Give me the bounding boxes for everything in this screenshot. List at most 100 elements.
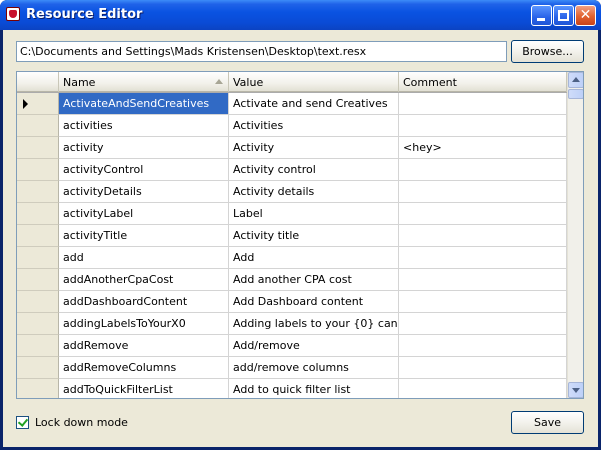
column-header-comment[interactable]: Comment [399, 72, 567, 92]
table-row[interactable]: addDashboardContent Add Dashboard conten… [17, 291, 567, 313]
value-cell[interactable]: Activate and send Creatives [229, 93, 399, 115]
row-header[interactable] [17, 115, 59, 137]
name-cell[interactable]: addRemove [59, 335, 229, 357]
table-row[interactable]: add Add [17, 247, 567, 269]
comment-cell[interactable] [399, 313, 567, 335]
browse-button[interactable]: Browse... [511, 40, 584, 63]
row-header[interactable] [17, 313, 59, 335]
row-header[interactable] [17, 291, 59, 313]
table-row[interactable]: addRemove Add/remove [17, 335, 567, 357]
name-cell[interactable]: activityLabel [59, 203, 229, 225]
value-cell[interactable]: Add Dashboard content [229, 291, 399, 313]
value-cell[interactable]: add/remove columns [229, 357, 399, 379]
close-icon: ✕ [579, 7, 592, 23]
table-row[interactable]: activityLabel Label [17, 203, 567, 225]
table-row[interactable]: activityControl Activity control [17, 159, 567, 181]
row-header[interactable] [17, 379, 59, 398]
row-header[interactable] [17, 225, 59, 247]
comment-cell[interactable] [399, 357, 567, 379]
row-header[interactable] [17, 335, 59, 357]
name-cell[interactable]: add [59, 247, 229, 269]
row-header[interactable] [17, 269, 59, 291]
grid-header: Name Value Comment [17, 72, 567, 92]
value-cell[interactable]: Add to quick filter list [229, 379, 399, 398]
scroll-thumb[interactable] [568, 89, 583, 99]
value-cell[interactable]: Activity details [229, 181, 399, 203]
comment-cell[interactable] [399, 225, 567, 247]
comment-cell[interactable] [399, 159, 567, 181]
scroll-up-button[interactable] [568, 72, 583, 88]
column-header-value-label: Value [233, 76, 264, 89]
name-cell[interactable]: addRemoveColumns [59, 357, 229, 379]
table-row[interactable]: activityTitle Activity title [17, 225, 567, 247]
title-bar[interactable]: Resource Editor ✕ [0, 0, 601, 30]
name-cell[interactable]: activityControl [59, 159, 229, 181]
table-row[interactable]: activityDetails Activity details [17, 181, 567, 203]
minimize-icon [537, 18, 545, 21]
name-cell[interactable]: activities [59, 115, 229, 137]
arrow-up-icon [572, 77, 580, 82]
value-cell[interactable]: Add/remove [229, 335, 399, 357]
table-row[interactable]: activities Activities [17, 115, 567, 137]
comment-cell[interactable] [399, 247, 567, 269]
table-row[interactable]: activity Activity <hey> [17, 137, 567, 159]
table-row[interactable]: addingLabelsToYourX0 Adding labels to yo… [17, 313, 567, 335]
file-path-input[interactable] [16, 41, 507, 62]
client-area: Browse... Name Value Comment [3, 30, 598, 447]
table-row[interactable]: addRemoveColumns add/remove columns [17, 357, 567, 379]
value-cell[interactable]: Activity control [229, 159, 399, 181]
table-row[interactable]: addToQuickFilterList Add to quick filter… [17, 379, 567, 398]
name-cell[interactable]: activity [59, 137, 229, 159]
name-cell[interactable]: addDashboardContent [59, 291, 229, 313]
maximize-button[interactable] [553, 5, 574, 26]
name-cell[interactable]: addAnotherCpaCost [59, 269, 229, 291]
comment-cell[interactable]: <hey> [399, 137, 567, 159]
comment-cell[interactable] [399, 291, 567, 313]
row-header[interactable] [17, 181, 59, 203]
save-button[interactable]: Save [511, 411, 584, 434]
comment-cell[interactable] [399, 181, 567, 203]
maximize-icon [558, 10, 569, 21]
comment-cell[interactable] [399, 203, 567, 225]
name-cell[interactable]: activityTitle [59, 225, 229, 247]
row-header-corner[interactable] [17, 72, 59, 92]
value-cell[interactable]: Activities [229, 115, 399, 137]
row-header[interactable] [17, 357, 59, 379]
column-header-comment-label: Comment [403, 76, 457, 89]
value-cell[interactable]: Add another CPA cost [229, 269, 399, 291]
name-cell[interactable]: addToQuickFilterList [59, 379, 229, 398]
app-icon[interactable] [6, 7, 20, 21]
comment-cell[interactable] [399, 335, 567, 357]
value-cell[interactable]: Add [229, 247, 399, 269]
lock-down-label[interactable]: Lock down mode [35, 416, 128, 429]
comment-cell[interactable] [399, 93, 567, 115]
value-cell[interactable]: Activity [229, 137, 399, 159]
lock-down-checkbox[interactable] [16, 415, 29, 429]
value-cell[interactable]: Adding labels to your {0} can hel... [229, 313, 399, 335]
name-cell[interactable]: ActivateAndSendCreatives [59, 93, 229, 115]
row-header[interactable] [17, 137, 59, 159]
name-cell[interactable]: addingLabelsToYourX0 [59, 313, 229, 335]
comment-cell[interactable] [399, 269, 567, 291]
column-header-name[interactable]: Name [59, 72, 229, 92]
table-row[interactable]: ActivateAndSendCreatives Activate and se… [17, 93, 567, 115]
resource-editor-window: Resource Editor ✕ Browse... Name [0, 0, 601, 450]
value-cell[interactable]: Label [229, 203, 399, 225]
close-button[interactable]: ✕ [575, 5, 596, 26]
row-header[interactable] [17, 203, 59, 225]
row-header[interactable] [17, 247, 59, 269]
scroll-down-button[interactable] [568, 382, 583, 398]
row-header[interactable] [17, 159, 59, 181]
vertical-scrollbar[interactable] [567, 72, 583, 398]
comment-cell[interactable] [399, 379, 567, 398]
lock-down-option[interactable]: Lock down mode [16, 414, 128, 430]
name-cell[interactable]: activityDetails [59, 181, 229, 203]
row-header[interactable] [17, 93, 59, 115]
value-cell[interactable]: Activity title [229, 225, 399, 247]
current-row-icon [23, 99, 28, 109]
comment-cell[interactable] [399, 115, 567, 137]
minimize-button[interactable] [531, 5, 552, 26]
table-row[interactable]: addAnotherCpaCost Add another CPA cost [17, 269, 567, 291]
grid-body: Name Value Comment ActivateAndSendCreati… [17, 72, 567, 398]
column-header-value[interactable]: Value [229, 72, 399, 92]
